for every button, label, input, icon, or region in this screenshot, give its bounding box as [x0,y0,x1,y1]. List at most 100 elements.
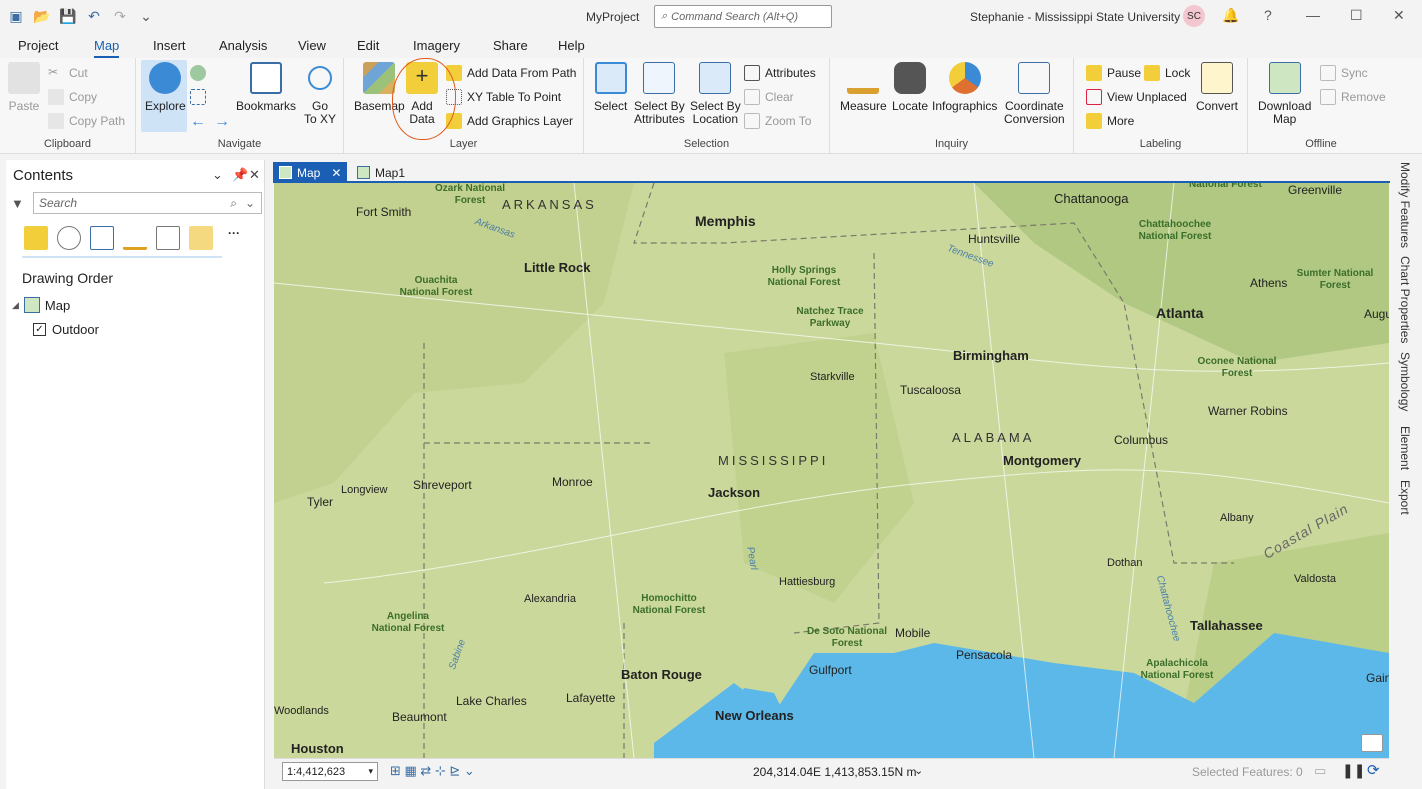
refresh-cache-icon[interactable]: ▭ [1314,763,1326,779]
contents-toolbar: ··· [24,226,246,250]
map-tab-icon [279,166,292,179]
add-graphics-layer-button[interactable]: Add Graphics Layer [446,113,573,129]
refresh-icon[interactable]: ⟳ [1367,761,1380,779]
copy-button[interactable]: Copy [48,89,97,105]
attribution-icon[interactable] [1361,734,1383,752]
city-label: Tuscaloosa [900,383,961,397]
command-search-input[interactable]: ⌕ Command Search (Alt+Q) [654,5,832,28]
city-label: Lake Charles [456,694,527,708]
list-by-source-icon[interactable] [57,226,81,250]
minimize-icon[interactable]: — [1306,7,1320,23]
select-by-location-button[interactable]: Select By Location [690,62,741,126]
open-folder-icon[interactable]: 📂 [32,6,52,26]
help-button[interactable]: ? [1264,7,1272,23]
convert-button[interactable]: Convert [1196,62,1238,113]
user-name[interactable]: Stephanie - Mississippi State University [970,10,1180,24]
paste-button[interactable]: Paste [8,62,40,113]
search-options-chevron-icon[interactable]: ⌄ [245,196,255,210]
pause-drawing-icon[interactable]: ❚❚ [1342,762,1365,779]
tab-map[interactable]: Map [94,36,120,59]
side-tab-export[interactable]: Export [1398,480,1412,515]
selected-features-count[interactable]: Selected Features: 0 [1192,765,1303,779]
bookmarks-button[interactable]: Bookmarks [236,62,296,113]
tab-project[interactable]: Project [18,36,58,55]
zoom-to-button[interactable]: Zoom To [744,113,811,129]
locate-button[interactable]: Locate [892,62,928,113]
remove-button[interactable]: Remove [1320,89,1386,105]
save-icon[interactable]: 💾 [58,6,78,26]
customize-chevron-icon[interactable]: ⌄ [136,6,156,26]
full-extent-icon[interactable] [190,65,206,81]
xy-table-to-point-button[interactable]: XY Table To Point [446,89,561,105]
navigate-group-label: Navigate [217,138,262,150]
pane-options-chevron-icon[interactable]: ⌄ [212,167,223,183]
city-label: Memphis [695,213,756,229]
tab-insert[interactable]: Insert [153,36,186,55]
list-by-snapping-icon[interactable] [156,226,180,250]
more-button[interactable]: More [1086,113,1134,129]
tab-share[interactable]: Share [493,36,528,55]
new-project-icon[interactable]: ▣ [6,6,26,26]
undo-icon[interactable]: ↶ [84,6,104,26]
coordinate-conversion-button[interactable]: Coordinate Conversion [1004,62,1065,126]
more-options-icon[interactable]: ··· [222,226,246,250]
close-tab-icon[interactable]: ✕ [331,166,341,180]
maximize-icon[interactable]: ☐ [1350,7,1363,24]
select-button[interactable]: Select [594,62,627,113]
tab-analysis[interactable]: Analysis [219,36,267,55]
tab-edit[interactable]: Edit [357,36,379,55]
list-by-drawing-order-icon[interactable] [24,226,48,250]
side-tab-chart-properties[interactable]: Chart Properties [1398,256,1412,343]
map-view[interactable]: Fort Smith Memphis Little Rock Chattanoo… [274,183,1389,758]
go-to-xy-button[interactable]: Go To XY [304,62,336,126]
infographics-icon [948,62,981,94]
infographics-button[interactable]: Infographics [932,62,997,113]
contents-search-input[interactable]: Search ⌕ ⌄ [33,192,262,214]
cut-button[interactable]: ✂ Cut [48,65,88,81]
layer-visibility-checkbox[interactable]: ✓ [33,323,46,336]
city-label: Lafayette [566,691,616,705]
measure-button[interactable]: Measure [840,62,887,113]
tab-view[interactable]: View [298,36,326,55]
tab-map1-view[interactable]: Map1 [351,162,411,183]
lock-button[interactable]: Lock [1144,65,1190,81]
list-by-selection-icon[interactable] [90,226,114,250]
side-tab-symbology[interactable]: Symbology [1398,352,1412,411]
fixed-zoom-icon[interactable] [190,89,206,105]
attributes-button[interactable]: Attributes [744,65,816,81]
tree-item-map[interactable]: ◢ Map [12,297,70,313]
side-tab-element[interactable]: Element [1398,426,1412,470]
next-extent-icon[interactable]: → [214,113,230,131]
close-icon[interactable]: ✕ [1393,7,1405,24]
scale-dropdown[interactable]: 1:4,412,623 ▾ [282,762,378,781]
explore-button[interactable]: Explore [145,62,186,113]
tab-map-view[interactable]: Map ✕ [273,162,348,183]
side-tab-modify-features[interactable]: Modify Features [1398,162,1412,248]
avatar[interactable]: SC [1183,5,1205,27]
view-unplaced-button[interactable]: View Unplaced [1086,89,1187,105]
tree-item-outdoor-layer[interactable]: ✓ Outdoor [33,322,99,337]
copy-path-button[interactable]: Copy Path [48,113,125,129]
collapse-triangle-icon[interactable]: ◢ [12,300,19,311]
navigation-tools-icon[interactable]: ⊞ ▦ ⇄ ⊹ ⊵ ⌄ [390,763,475,779]
list-by-labeling-icon[interactable] [189,226,213,250]
pause-button[interactable]: Pause [1086,65,1141,81]
tab-help[interactable]: Help [558,36,585,55]
forest-label: Chattahoochee National Forest [1138,219,1212,242]
notification-bell-icon[interactable]: 🔔 [1222,7,1239,24]
filter-icon[interactable]: ▼ [11,196,24,211]
clear-button[interactable]: Clear [744,89,794,105]
redo-icon[interactable]: ↷ [110,6,130,26]
pause-icon [1086,65,1102,81]
list-by-editing-icon[interactable] [123,226,147,250]
select-by-attributes-button[interactable]: Select By Attributes [634,62,685,126]
download-map-button[interactable]: Download Map [1258,62,1311,126]
previous-extent-icon[interactable]: ← [190,113,206,131]
tab-imagery[interactable]: Imagery [413,36,460,55]
pin-icon[interactable]: 📌 [232,167,248,183]
sync-button[interactable]: Sync [1320,65,1368,81]
add-data-from-path-button[interactable]: Add Data From Path [446,65,576,81]
close-pane-icon[interactable]: ✕ [249,167,260,183]
city-label: Albany [1220,512,1254,524]
coordinate-format-chevron-icon[interactable]: ⌄ [914,764,923,777]
